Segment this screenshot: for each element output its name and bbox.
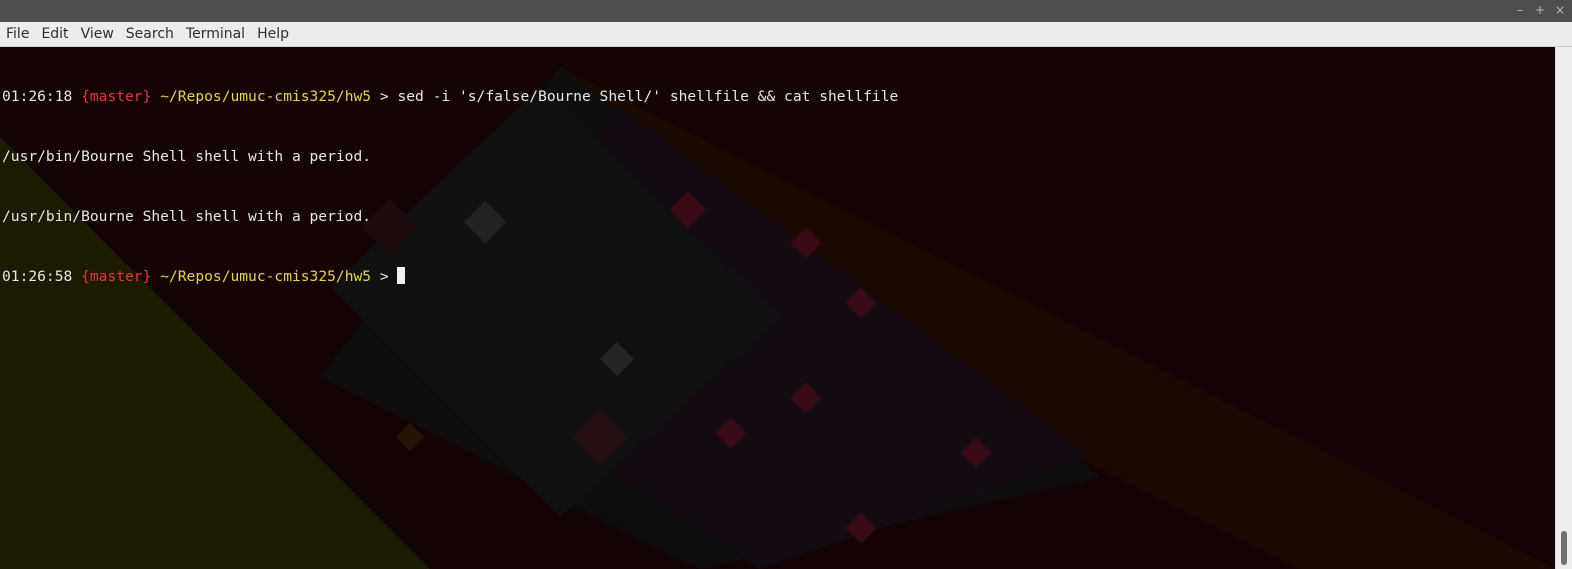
prompt-line: 01:26:58 {master} ~/Repos/umuc-cmis325/h… (2, 267, 898, 287)
prompt-symbol: > (379, 268, 389, 285)
git-branch: {master} (81, 268, 152, 285)
terminal-output: 01:26:18 {master} ~/Repos/umuc-cmis325/h… (2, 47, 898, 327)
vertical-scrollbar[interactable] (1555, 47, 1572, 569)
prompt-time: 01:26:58 (2, 268, 73, 285)
menu-bar: File Edit View Search Terminal Help (0, 22, 1572, 47)
menu-search[interactable]: Search (120, 22, 180, 46)
menu-help[interactable]: Help (251, 22, 295, 46)
maximize-icon[interactable]: + (1534, 2, 1546, 18)
working-directory: ~/Repos/umuc-cmis325/hw5 (160, 88, 372, 105)
text-cursor (397, 267, 406, 284)
close-icon[interactable]: × (1554, 2, 1566, 18)
window-controls: – + × (1514, 2, 1566, 18)
menu-edit[interactable]: Edit (35, 22, 74, 46)
prompt-time: 01:26:18 (2, 88, 73, 105)
prompt-line: 01:26:18 {master} ~/Repos/umuc-cmis325/h… (2, 87, 898, 107)
title-bar: – + × (0, 0, 1572, 22)
output-line: /usr/bin/Bourne Shell shell with a perio… (2, 208, 372, 225)
working-directory: ~/Repos/umuc-cmis325/hw5 (160, 268, 372, 285)
prompt-symbol: > (379, 88, 389, 105)
minimize-icon[interactable]: – (1514, 2, 1526, 18)
git-branch: {master} (81, 88, 152, 105)
command-text: sed -i 's/false/Bourne Shell/' shellfile… (397, 88, 899, 105)
output-line: /usr/bin/Bourne Shell shell with a perio… (2, 148, 372, 165)
scrollbar-thumb[interactable] (1561, 531, 1567, 565)
menu-terminal[interactable]: Terminal (180, 22, 251, 46)
menu-file[interactable]: File (0, 22, 35, 46)
terminal-area[interactable]: 01:26:18 {master} ~/Repos/umuc-cmis325/h… (0, 47, 1556, 569)
menu-view[interactable]: View (75, 22, 120, 46)
